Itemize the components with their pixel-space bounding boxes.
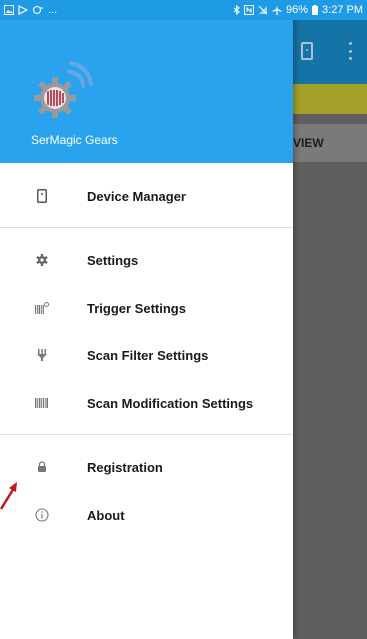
- divider: [0, 434, 293, 435]
- menu-item-label: Settings: [87, 252, 139, 268]
- menu-item-label: Scan Modification Settings: [87, 395, 254, 411]
- status-right: 96% 3:27 PM: [233, 4, 363, 16]
- screen: VIEW ... 96% 3:27 PM SerMagic Gears Devi…: [0, 0, 367, 639]
- info-icon: [35, 508, 49, 522]
- play-store-icon: [18, 5, 28, 15]
- menu-item-label: Registration: [87, 459, 163, 475]
- sync-icon: [32, 5, 43, 15]
- background-tab-label: VIEW: [293, 136, 324, 150]
- menu-item-registration[interactable]: Registration: [0, 445, 293, 489]
- background-toolbar: [293, 20, 367, 84]
- background-app[interactable]: VIEW: [293, 0, 367, 639]
- trigger-barcode-icon: [35, 301, 49, 315]
- divider: [0, 227, 293, 228]
- menu-item-settings[interactable]: Settings: [0, 238, 293, 282]
- app-name: SerMagic Gears: [31, 133, 118, 147]
- nfc-icon: [244, 5, 254, 15]
- bluetooth-icon: [233, 5, 240, 15]
- battery-icon: [312, 5, 319, 15]
- battery-percent: 96%: [286, 4, 309, 16]
- menu-item-label: Device Manager: [87, 188, 186, 204]
- app-logo-icon: [34, 61, 93, 118]
- gear-icon: [35, 253, 49, 267]
- menu-item-device-manager[interactable]: Device Manager: [0, 174, 293, 218]
- status-more: ...: [48, 4, 58, 16]
- menu-item-label: About: [87, 507, 125, 523]
- image-icon: [4, 5, 14, 15]
- device-icon: [35, 189, 49, 203]
- background-banner: [293, 84, 367, 114]
- signal-off-icon: [258, 5, 268, 15]
- background-tab[interactable]: VIEW: [293, 124, 367, 162]
- status-time: 3:27 PM: [322, 4, 363, 16]
- menu-item-about[interactable]: About: [0, 493, 293, 537]
- menu-item-trigger-settings[interactable]: Trigger Settings: [0, 286, 293, 330]
- overflow-menu-icon[interactable]: [349, 42, 352, 60]
- menu-item-label: Trigger Settings: [87, 300, 186, 316]
- status-left: ...: [4, 4, 57, 16]
- menu-item-scan-filter-settings[interactable]: Scan Filter Settings: [0, 333, 293, 377]
- drawer-header: SerMagic Gears: [0, 20, 293, 163]
- filter-icon: [35, 348, 49, 362]
- menu-item-label: Scan Filter Settings: [87, 347, 209, 363]
- navigation-drawer: SerMagic Gears Device Manager Settings T…: [0, 0, 293, 639]
- annotation-arrow-icon: [0, 482, 17, 510]
- menu-item-scan-modification-settings[interactable]: Scan Modification Settings: [0, 381, 293, 425]
- lock-icon: [35, 460, 49, 474]
- device-icon[interactable]: [301, 42, 313, 60]
- barcode-icon: [35, 396, 49, 410]
- airplane-icon: [272, 5, 282, 15]
- status-bar: ... 96% 3:27 PM: [0, 0, 367, 20]
